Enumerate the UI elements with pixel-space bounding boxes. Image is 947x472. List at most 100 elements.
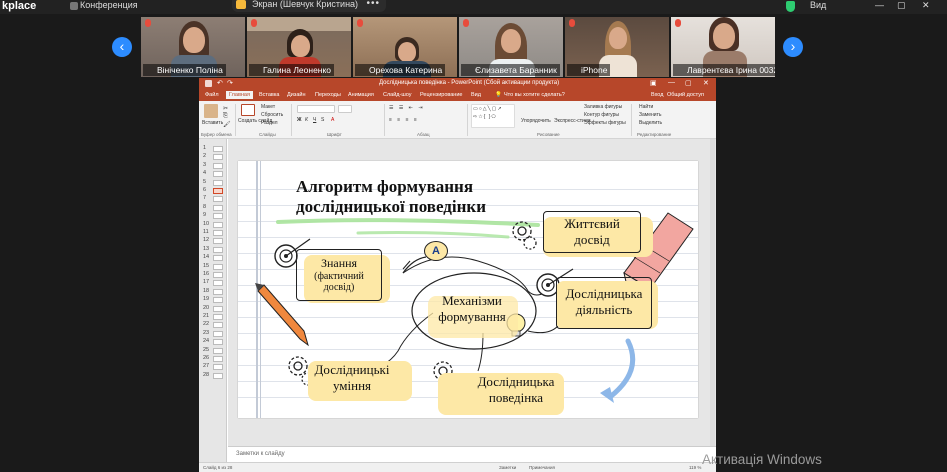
slide-thumbnail[interactable]	[213, 238, 223, 245]
maximize-icon[interactable]: ▢	[685, 79, 692, 87]
slide-thumbnail-number[interactable]: 19	[203, 296, 209, 302]
life-experience-box[interactable]: Життєвий досвід	[543, 211, 641, 253]
sign-in-link[interactable]: Вход	[651, 92, 663, 98]
research-behavior-box[interactable]: Дослідницька поведінка	[464, 369, 568, 413]
format-painter-icon[interactable]: 🖌	[223, 121, 231, 128]
slide-thumbnail-number[interactable]: 7	[203, 195, 206, 201]
participant-tile[interactable]: Орехова Катерина	[353, 17, 457, 77]
slide-thumbnail[interactable]	[213, 322, 223, 329]
bold-icon[interactable]: Ж	[297, 117, 302, 123]
tab-home[interactable]: Главная	[226, 91, 253, 99]
layout-button[interactable]: Макет	[261, 104, 275, 110]
slide-thumbnail[interactable]	[213, 154, 223, 161]
arrange-button[interactable]: Упорядочить	[521, 118, 551, 124]
previous-participants-button[interactable]: ‹	[112, 37, 132, 57]
slide-thumbnail-number[interactable]: 13	[203, 246, 209, 252]
slide-thumbnail-number[interactable]: 1	[203, 145, 206, 151]
current-slide[interactable]: Алгоритм формування дослідницької поведі…	[238, 161, 698, 418]
redo-icon[interactable]: ↷	[227, 79, 233, 87]
slide-thumbnail[interactable]	[213, 297, 223, 304]
tab-design[interactable]: Дизайн	[287, 92, 306, 98]
slide-thumbnail-number[interactable]: 14	[203, 254, 209, 260]
close-icon[interactable]: ✕	[703, 79, 709, 87]
cut-icon[interactable]: ✂	[223, 105, 228, 112]
mechanisms-label[interactable]: Механізми формування	[422, 293, 522, 325]
slide-thumbnail-number[interactable]: 15	[203, 263, 209, 269]
slide-thumbnail[interactable]	[213, 263, 223, 270]
slide-thumbnail[interactable]	[213, 255, 223, 262]
slide-thumbnail[interactable]	[213, 330, 223, 337]
slide-thumbnail-number[interactable]: 3	[203, 162, 206, 168]
slide-thumbnail[interactable]	[213, 372, 223, 379]
slide-thumbnail-number[interactable]: 23	[203, 330, 209, 336]
research-activity-box[interactable]: Дослідницька діяльність	[556, 277, 652, 329]
slide-thumbnail[interactable]	[213, 339, 223, 346]
replace-button[interactable]: Заменить	[639, 112, 661, 118]
share-button[interactable]: Общий доступ	[667, 92, 704, 98]
tab-animations[interactable]: Анимация	[348, 92, 374, 98]
section-button[interactable]: Раздел	[261, 120, 278, 126]
tab-slideshow[interactable]: Слайд-шоу	[383, 92, 412, 98]
vertical-scrollbar[interactable]	[710, 139, 715, 446]
slide-thumbnail-number[interactable]: 6	[203, 187, 206, 193]
slide-thumbnail-number[interactable]: 12	[203, 237, 209, 243]
slide-thumbnail[interactable]	[213, 314, 223, 320]
participant-tile[interactable]: Галина Леоненко	[247, 17, 351, 77]
slide-thumbnail[interactable]	[213, 246, 223, 253]
slide-thumbnail[interactable]	[213, 288, 223, 295]
view-label[interactable]: Вид	[810, 0, 826, 10]
participant-tile[interactable]: Лаврентєва Ірина 0032	[671, 17, 775, 77]
participant-tile[interactable]: Вініченко Поліна	[141, 17, 245, 77]
reset-button[interactable]: Сбросить	[261, 112, 283, 118]
slide-thumbnail[interactable]	[213, 280, 223, 287]
slide-thumbnail[interactable]	[213, 179, 223, 186]
slide-thumbnail-number[interactable]: 4	[203, 170, 206, 176]
conference-label[interactable]: Конференция	[80, 0, 138, 10]
slide-thumbnail[interactable]	[213, 272, 223, 278]
slide-thumbnail-number[interactable]: 9	[203, 212, 206, 218]
paste-icon[interactable]	[204, 104, 218, 118]
slide-thumbnail-number[interactable]: 11	[203, 229, 209, 235]
slide-thumbnail-number[interactable]: 21	[203, 313, 209, 319]
slide-thumbnail-number[interactable]: 18	[203, 288, 209, 294]
slide-thumbnail[interactable]	[213, 305, 223, 312]
slide-thumbnail-number[interactable]: 26	[203, 355, 209, 361]
strikethrough-icon[interactable]: S	[321, 117, 324, 123]
paste-button[interactable]: Вставить	[202, 120, 223, 126]
font-name-select[interactable]	[297, 105, 335, 113]
shape-fill-button[interactable]: Заливка фигуры	[584, 104, 622, 110]
zoom-level[interactable]: 119 %	[689, 465, 701, 470]
slide-thumbnail-number[interactable]: 27	[203, 363, 209, 369]
more-options-icon[interactable]: •••	[366, 0, 380, 9]
list-icons[interactable]: ☰ ☰ ⇤ ⇥	[389, 105, 425, 111]
font-color-icon[interactable]: A	[331, 117, 334, 123]
slide-thumbnail[interactable]	[213, 171, 223, 178]
slide-thumbnail-number[interactable]: 28	[203, 372, 209, 378]
slide-thumbnail[interactable]	[213, 196, 223, 203]
close-icon[interactable]: ✕	[922, 0, 930, 11]
tab-transitions[interactable]: Переходы	[315, 92, 341, 98]
align-icons[interactable]: ≡ ≡ ≡ ≡	[389, 117, 419, 123]
slide-thumbnail-number[interactable]: 20	[203, 305, 209, 311]
tab-review[interactable]: Рецензирование	[420, 92, 462, 98]
slide-thumbnail-number[interactable]: 17	[203, 279, 209, 285]
notes-toggle[interactable]: Заметки	[499, 465, 516, 470]
slide-thumbnail[interactable]	[213, 347, 223, 354]
slide-thumbnail-number[interactable]: 25	[203, 347, 209, 353]
minimize-icon[interactable]: —	[668, 79, 675, 86]
slide-thumbnail[interactable]	[213, 213, 223, 220]
slide-thumbnail-number[interactable]: 2	[203, 153, 206, 159]
slide-thumbnail[interactable]	[213, 162, 223, 169]
slide-thumbnail[interactable]	[213, 188, 223, 194]
slide-thumbnail-number[interactable]: 22	[203, 321, 209, 327]
save-icon[interactable]	[205, 80, 212, 87]
slide-thumbnail[interactable]	[213, 356, 223, 362]
knowledge-box[interactable]: Знання (фактичний досвід)	[296, 249, 382, 301]
undo-icon[interactable]: ↶	[217, 79, 223, 87]
ribbon-display-icon[interactable]: ▣	[650, 79, 657, 87]
slide-thumbnail-number[interactable]: 8	[203, 204, 206, 210]
research-skills-box[interactable]: Дослідницькі уміння	[304, 355, 400, 399]
tell-me-box[interactable]: Что вы хотите сделать?	[504, 92, 565, 98]
comments-toggle[interactable]: Примечания	[529, 465, 555, 470]
minimize-icon[interactable]: —	[875, 0, 884, 10]
